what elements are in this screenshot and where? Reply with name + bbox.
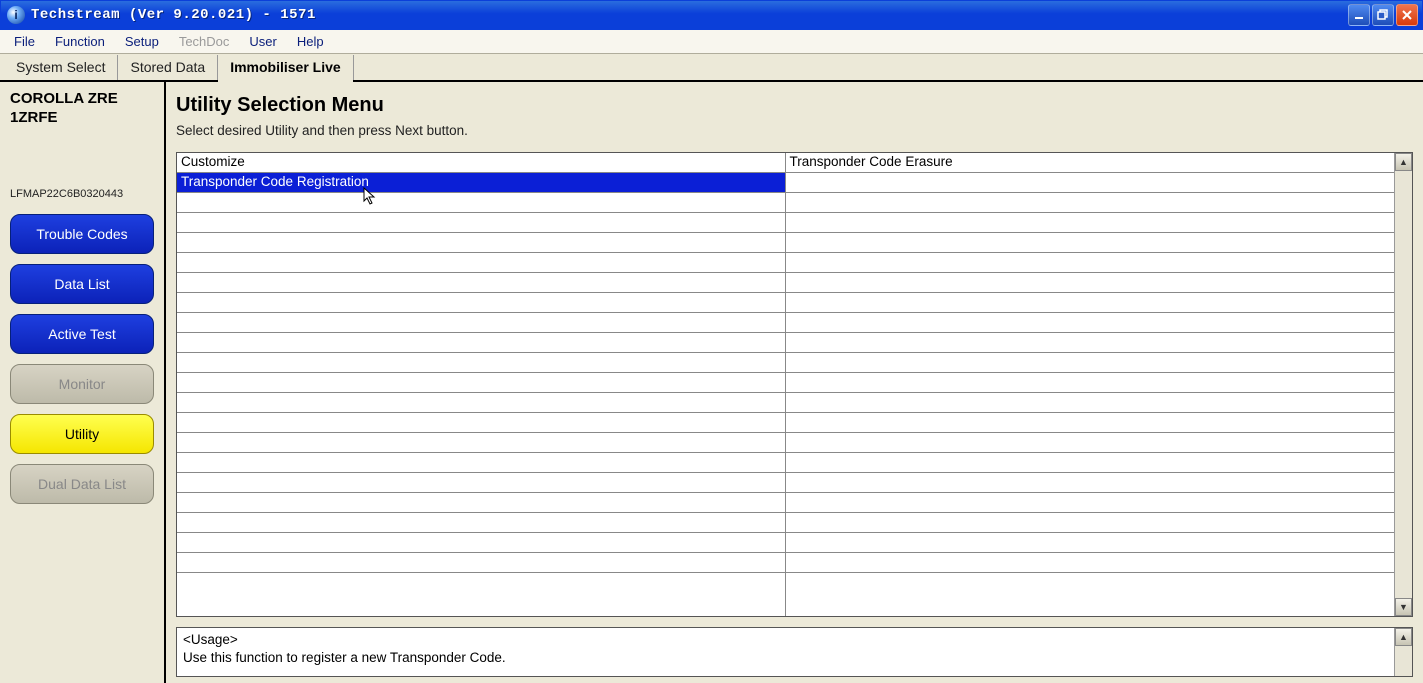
close-button[interactable] — [1396, 4, 1418, 26]
sidebar-button-active-test[interactable]: Active Test — [10, 314, 154, 354]
vehicle-line1: COROLLA ZRE — [10, 90, 118, 107]
menubar: FileFunctionSetupTechDocUserHelp — [0, 30, 1423, 54]
grid-cell[interactable] — [786, 233, 1395, 253]
tab-stored-data[interactable]: Stored Data — [118, 55, 218, 80]
sidebar: COROLLA ZRE 1ZRFE LFMAP22C6B0320443 Trou… — [0, 82, 166, 683]
usage-panel: <Usage> Use this function to register a … — [176, 627, 1413, 677]
grid-cell[interactable] — [786, 373, 1395, 393]
usage-scrollbar[interactable]: ▲ — [1394, 628, 1412, 676]
grid-cell[interactable] — [786, 433, 1395, 453]
grid-cell[interactable] — [177, 553, 785, 573]
restore-button[interactable] — [1372, 4, 1394, 26]
grid-cell[interactable] — [177, 313, 785, 333]
grid-cell[interactable] — [786, 353, 1395, 373]
grid-cell[interactable] — [786, 453, 1395, 473]
grid-cell[interactable] — [786, 493, 1395, 513]
vehicle-line2: 1ZRFE — [10, 109, 58, 126]
grid-cell[interactable] — [177, 433, 785, 453]
grid-cell[interactable] — [177, 273, 785, 293]
app-icon: i — [7, 6, 25, 24]
grid-cell[interactable]: Transponder Code Registration — [177, 173, 785, 193]
grid-cell[interactable] — [177, 393, 785, 413]
scroll-down-icon[interactable]: ▼ — [1395, 598, 1412, 616]
sidebar-button-utility[interactable]: Utility — [10, 414, 154, 454]
grid-cell[interactable] — [786, 333, 1395, 353]
grid-cell[interactable] — [786, 173, 1395, 193]
grid-cell[interactable]: Customize — [177, 153, 785, 173]
grid-scrollbar[interactable]: ▲ ▼ — [1394, 153, 1412, 616]
page-subtitle: Select desired Utility and then press Ne… — [176, 123, 1413, 138]
menu-item-techdoc: TechDoc — [169, 32, 240, 51]
grid-cell[interactable] — [786, 413, 1395, 433]
grid-cell[interactable] — [177, 333, 785, 353]
scroll-up-icon[interactable]: ▲ — [1395, 628, 1412, 646]
usage-line1: <Usage> — [183, 631, 1406, 649]
vin-text: LFMAP22C6B0320443 — [10, 188, 154, 200]
menu-item-function[interactable]: Function — [45, 32, 115, 51]
grid-cell[interactable] — [786, 513, 1395, 533]
grid-cell[interactable] — [177, 233, 785, 253]
sidebar-button-data-list[interactable]: Data List — [10, 264, 154, 304]
main-content: Utility Selection Menu Select desired Ut… — [166, 82, 1423, 683]
tab-immobiliser-live[interactable]: Immobiliser Live — [218, 55, 353, 80]
minimize-button[interactable] — [1348, 4, 1370, 26]
grid-cell[interactable] — [177, 213, 785, 233]
grid-cell[interactable] — [786, 193, 1395, 213]
menu-item-file[interactable]: File — [4, 32, 45, 51]
usage-line2: Use this function to register a new Tran… — [183, 649, 1406, 667]
grid-column-1: Transponder Code Erasure — [786, 153, 1395, 616]
grid-column-0: CustomizeTransponder Code Registration — [177, 153, 786, 616]
sidebar-button-trouble-codes[interactable]: Trouble Codes — [10, 214, 154, 254]
tab-system-select[interactable]: System Select — [4, 55, 118, 80]
grid-cell[interactable] — [786, 533, 1395, 553]
grid-cell[interactable] — [786, 313, 1395, 333]
grid-cell[interactable] — [177, 413, 785, 433]
menu-item-help[interactable]: Help — [287, 32, 334, 51]
grid-cell[interactable]: Transponder Code Erasure — [786, 153, 1395, 173]
window-title: Techstream (Ver 9.20.021) - 1571 — [31, 7, 1348, 23]
grid-cell[interactable] — [177, 193, 785, 213]
scroll-up-icon[interactable]: ▲ — [1395, 153, 1412, 171]
menu-item-setup[interactable]: Setup — [115, 32, 169, 51]
grid-cell[interactable] — [786, 293, 1395, 313]
window-titlebar: i Techstream (Ver 9.20.021) - 1571 — [0, 0, 1423, 30]
grid-cell[interactable] — [177, 473, 785, 493]
page-title: Utility Selection Menu — [176, 94, 1413, 117]
grid-cell[interactable] — [177, 533, 785, 553]
grid-cell[interactable] — [177, 493, 785, 513]
grid-cell[interactable] — [177, 293, 785, 313]
tabs-bar: System SelectStored DataImmobiliser Live — [0, 54, 1423, 82]
grid-cell[interactable] — [177, 253, 785, 273]
grid-cell[interactable] — [177, 353, 785, 373]
utility-grid: CustomizeTransponder Code Registration T… — [176, 152, 1413, 617]
grid-cell[interactable] — [786, 253, 1395, 273]
grid-cell[interactable] — [177, 453, 785, 473]
grid-cell[interactable] — [786, 393, 1395, 413]
grid-cell[interactable] — [786, 553, 1395, 573]
grid-cell[interactable] — [177, 513, 785, 533]
sidebar-button-monitor: Monitor — [10, 364, 154, 404]
grid-cell[interactable] — [786, 213, 1395, 233]
grid-cell[interactable] — [786, 473, 1395, 493]
vehicle-label: COROLLA ZRE 1ZRFE — [10, 90, 154, 128]
grid-cell[interactable] — [177, 373, 785, 393]
grid-cell[interactable] — [786, 273, 1395, 293]
sidebar-button-dual-data-list: Dual Data List — [10, 464, 154, 504]
menu-item-user[interactable]: User — [239, 32, 286, 51]
